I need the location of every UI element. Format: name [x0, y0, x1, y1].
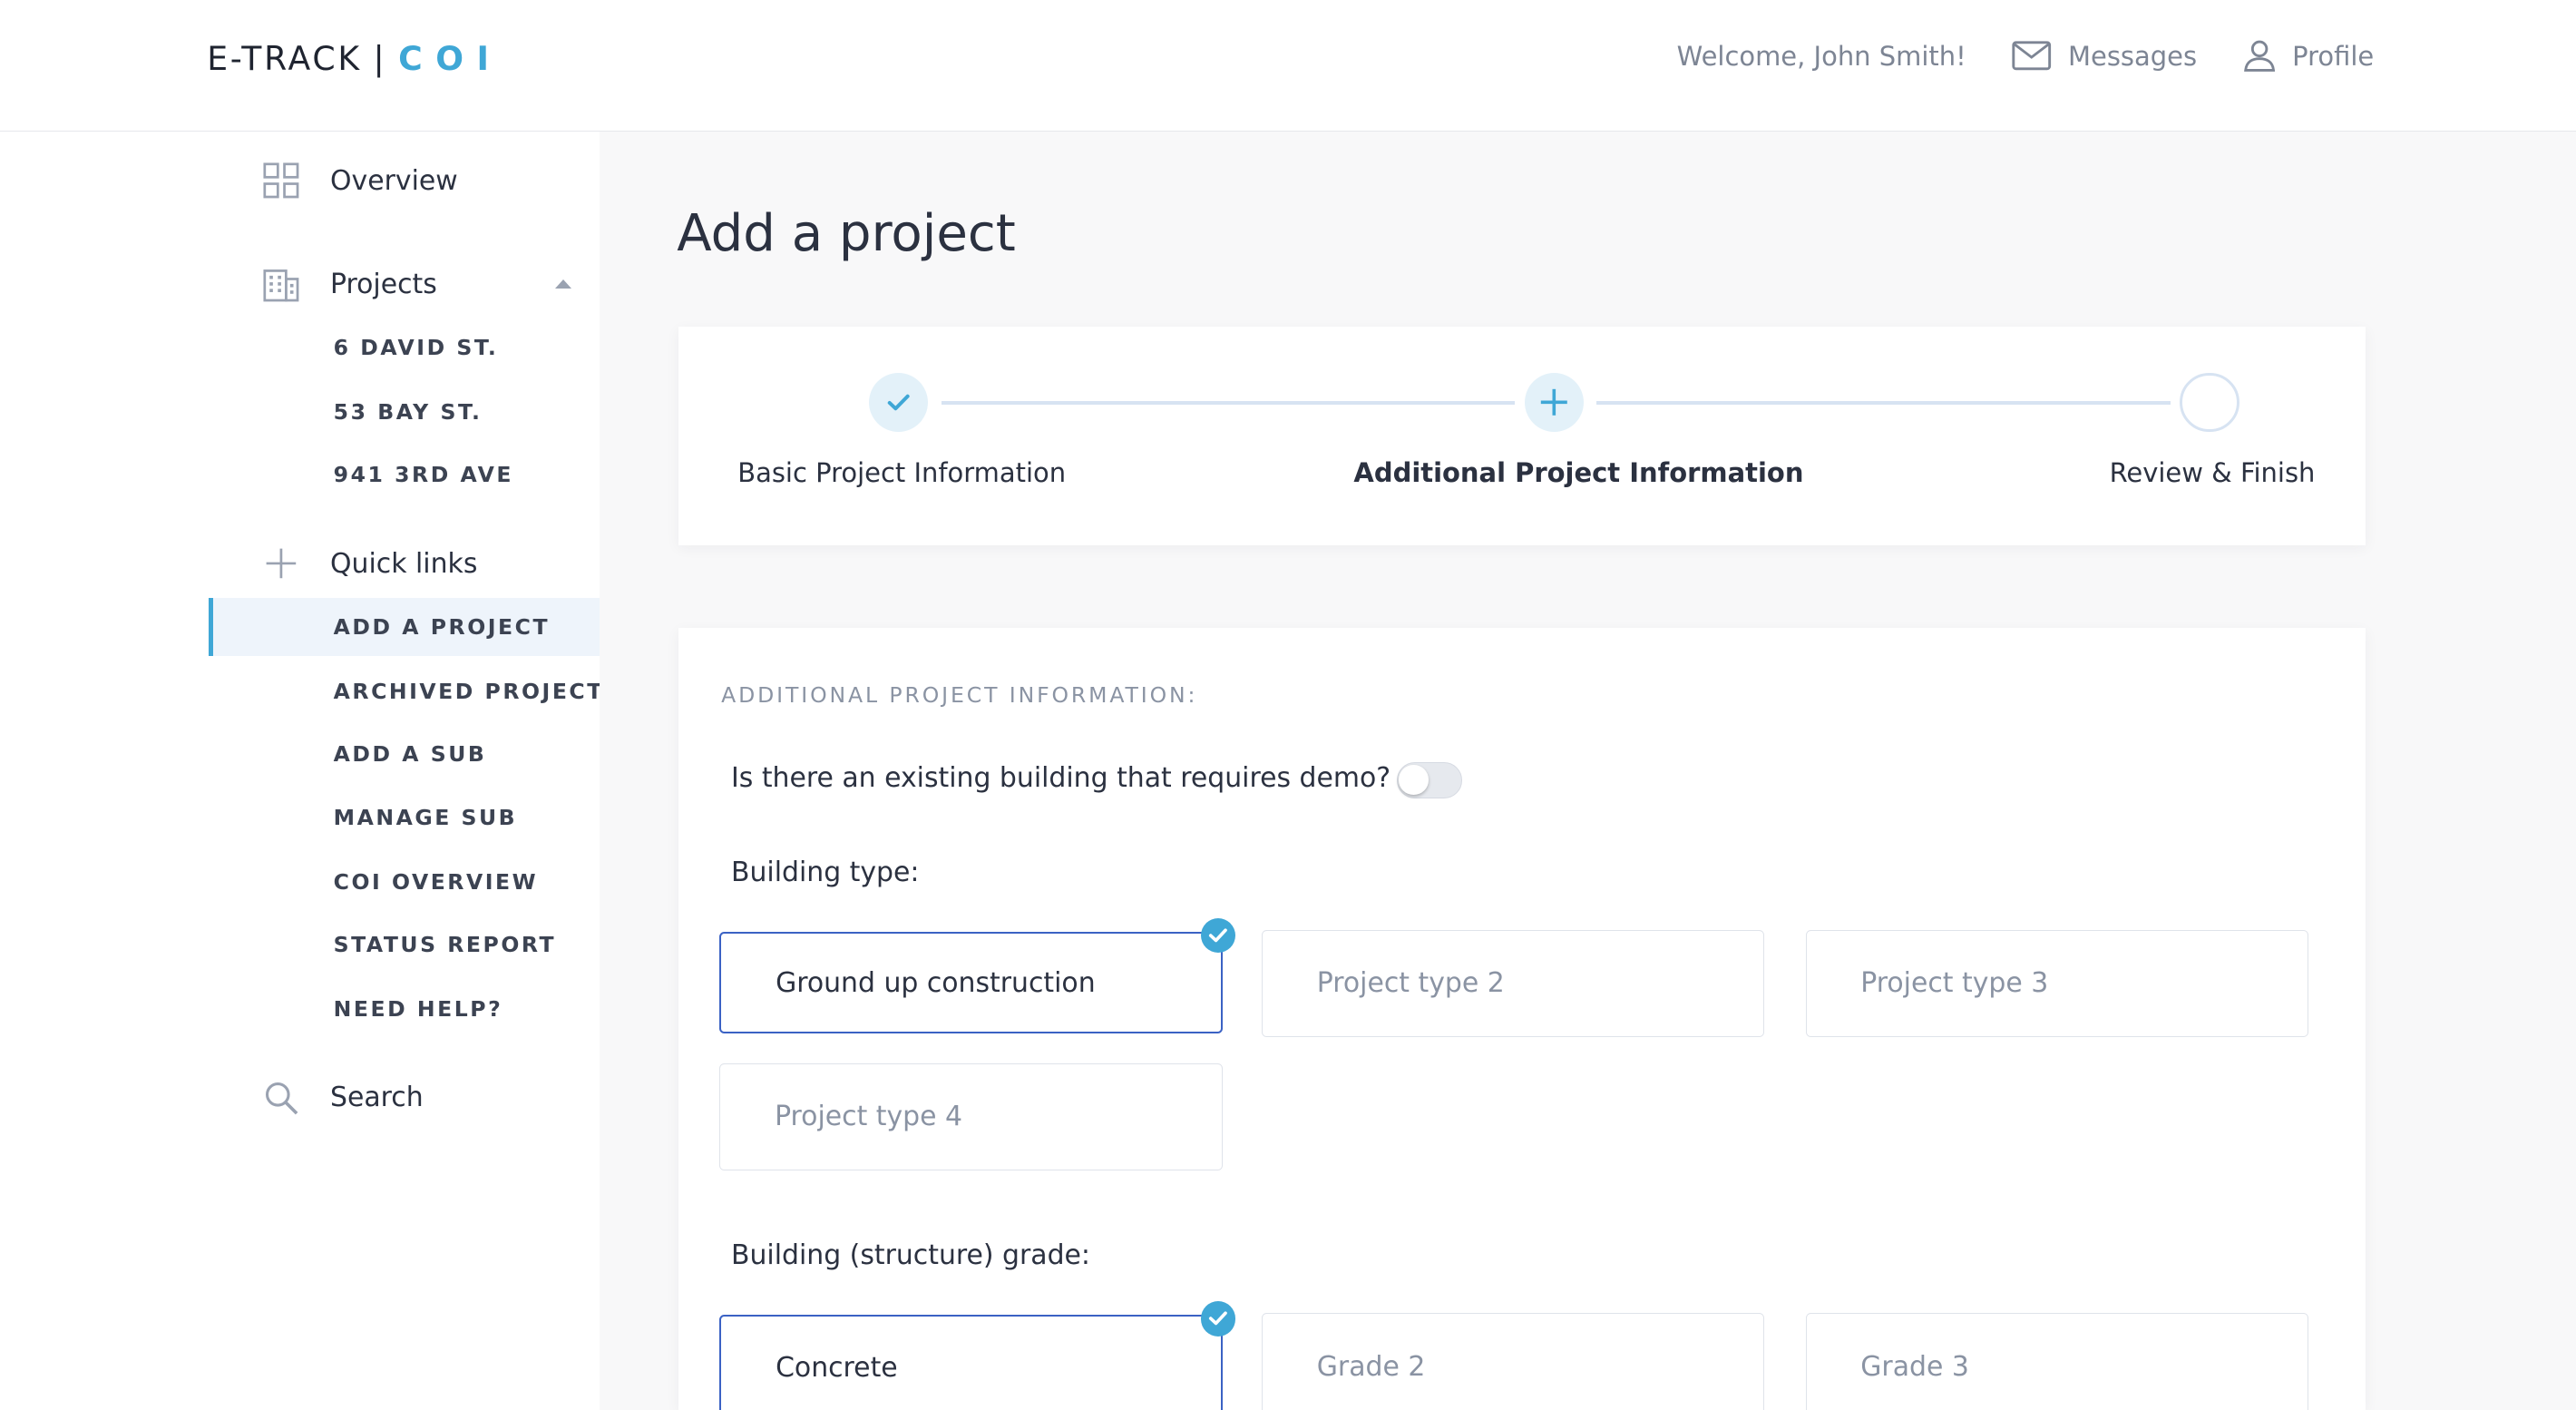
quick-link-coi-overview[interactable]: COI OVERVIEW	[334, 869, 538, 895]
section-heading: ADDITIONAL PROJECT INFORMATION:	[721, 681, 1198, 708]
app-logo[interactable]: E-TRACK | COI	[207, 39, 502, 78]
step-2-indicator[interactable]	[1524, 373, 1584, 433]
messages-label: Messages	[2068, 40, 2198, 72]
logo-separator: |	[373, 39, 387, 79]
collapse-caret-icon[interactable]	[555, 279, 572, 289]
building-type-option-4[interactable]: Project type 4	[719, 1062, 1223, 1170]
quick-link-need-help[interactable]: NEED HELP?	[334, 996, 503, 1022]
sidebar-project-item[interactable]: 53 BAY ST.	[334, 399, 483, 425]
logo-main-text: E-TRACK	[207, 39, 362, 79]
welcome-text: Welcome, John Smith!	[1676, 40, 1966, 72]
sidebar-item-label: Projects	[330, 268, 437, 300]
user-icon	[2243, 41, 2275, 73]
profile-label: Profile	[2292, 40, 2375, 72]
sidebar-item-label: Quick links	[330, 547, 478, 580]
building-type-option-2[interactable]: Project type 2	[1262, 930, 1765, 1037]
step-2-label: Additional Project Information	[1353, 456, 1804, 488]
messages-link[interactable]: Messages	[2012, 41, 2197, 72]
building-icon	[263, 269, 299, 302]
header-user-area: Welcome, John Smith! Messages Profile	[1676, 39, 2375, 73]
sidebar-item-search[interactable]: Search	[263, 1080, 424, 1116]
demo-question-label: Is there an existing building that requi…	[730, 762, 1391, 795]
profile-link[interactable]: Profile	[2243, 39, 2375, 73]
sidebar-item-projects[interactable]: Projects	[263, 266, 437, 302]
step-3-indicator[interactable]	[2180, 373, 2239, 433]
top-header: E-TRACK | COI Welcome, John Smith! Messa…	[0, 0, 2576, 132]
demo-toggle[interactable]	[1396, 762, 1462, 799]
logo-accent-text: COI	[398, 39, 503, 79]
grade-option-concrete[interactable]: Concrete	[719, 1314, 1223, 1410]
sidebar-item-overview[interactable]: Overview	[263, 162, 458, 199]
sidebar-project-item[interactable]: 6 DAVID ST.	[334, 335, 499, 360]
toggle-knob	[1399, 765, 1429, 795]
sidebar-project-item[interactable]: 941 3RD AVE	[334, 462, 513, 487]
quick-link-archived-project[interactable]: ARCHIVED PROJECT	[334, 679, 604, 704]
step-connector	[1596, 400, 2171, 405]
step-connector	[941, 400, 1515, 405]
building-type-option-3[interactable]: Project type 3	[1805, 930, 2308, 1037]
building-type-label: Building type:	[730, 856, 920, 888]
grade-option-2[interactable]: Grade 2	[1262, 1313, 1765, 1410]
selected-check-icon	[1200, 1301, 1236, 1337]
sidebar	[0, 131, 600, 1410]
check-icon	[887, 394, 910, 411]
progress-stepper	[678, 327, 2366, 546]
grid-icon	[263, 162, 299, 199]
grade-option-3[interactable]: Grade 3	[1805, 1313, 2308, 1410]
quick-link-add-sub[interactable]: ADD A SUB	[334, 741, 487, 767]
building-type-option-ground-up[interactable]: Ground up construction	[719, 931, 1223, 1034]
grade-label: Building (structure) grade:	[730, 1239, 1091, 1271]
sidebar-item-quick-links[interactable]: Quick links	[263, 545, 478, 582]
sidebar-item-label: Search	[330, 1082, 424, 1114]
step-1-label: Basic Project Information	[737, 456, 1067, 488]
sidebar-item-label: Overview	[330, 164, 458, 197]
page-title: Add a project	[677, 203, 1016, 263]
step-3-label: Review & Finish	[2109, 456, 2316, 488]
quick-link-status-report[interactable]: STATUS REPORT	[334, 932, 556, 957]
plus-icon	[266, 548, 297, 579]
plus-icon	[1540, 389, 1567, 416]
envelope-icon	[2012, 41, 2052, 71]
quick-link-manage-sub[interactable]: MANAGE SUB	[334, 805, 517, 830]
quick-link-add-project[interactable]: ADD A PROJECT	[334, 614, 550, 640]
search-icon	[265, 1082, 298, 1115]
